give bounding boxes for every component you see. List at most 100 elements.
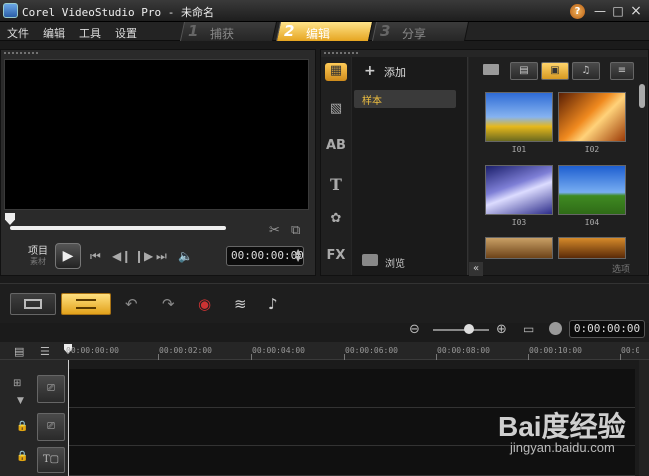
step-number-capture: 1 <box>188 22 199 40</box>
undo-icon[interactable]: ↶ <box>125 295 138 313</box>
ripple-edit-icon[interactable]: ⊞ <box>13 378 21 389</box>
title-track-button[interactable]: T▢ <box>37 447 65 473</box>
thumbnail-label: I02 <box>584 145 600 154</box>
thumbnail-i04[interactable] <box>558 165 626 215</box>
title-icon[interactable]: AB <box>325 138 347 156</box>
text-icon[interactable]: T <box>325 175 347 194</box>
view-list-button[interactable]: ≡ <box>610 62 634 80</box>
expand-arrow-icon[interactable]: ▼ <box>17 396 24 406</box>
track-manager-icon[interactable]: ▤ <box>14 345 24 358</box>
thumbnail-i01[interactable] <box>485 92 553 142</box>
step-label-share: 分享 <box>402 27 427 41</box>
image-filter-button[interactable]: ▣ <box>541 62 569 80</box>
step-label-edit: 编辑 <box>306 27 331 41</box>
auto-music-icon[interactable]: ♪ <box>268 295 278 313</box>
menu-settings[interactable]: 设置 <box>115 25 137 41</box>
video-track-button[interactable]: ⎚ <box>37 375 65 403</box>
audio-filter-button[interactable]: ♫ <box>572 62 600 80</box>
record-capture-icon[interactable]: ◉ <box>198 295 211 313</box>
thumbnail-i03[interactable] <box>485 165 553 215</box>
graphic-icon[interactable]: ✿ <box>325 211 347 229</box>
thumbnail-i05[interactable] <box>485 237 553 259</box>
transition-icon[interactable]: ▧ <box>325 101 347 119</box>
scrub-bar[interactable] <box>10 226 226 230</box>
zoom-in-icon[interactable]: ⊕ <box>496 322 507 337</box>
zoom-slider-knob[interactable] <box>464 324 474 334</box>
home-icon[interactable]: ⏮ <box>90 249 101 264</box>
fit-project-icon[interactable]: ▭ <box>523 322 534 336</box>
timecode-display[interactable]: 00:00:00:00 <box>226 246 304 266</box>
menu-file[interactable]: 文件 <box>7 25 29 41</box>
timeline-view-button[interactable] <box>61 293 111 315</box>
ruler-tick <box>158 354 159 360</box>
watermark-logo: Bai度经验 <box>498 411 626 442</box>
step-label-capture: 捕获 <box>210 27 235 41</box>
thumbnail-i06[interactable] <box>558 237 626 259</box>
lock-icon[interactable]: 🔒 <box>16 451 28 462</box>
library-grip[interactable] <box>323 51 359 55</box>
enlarge-icon[interactable]: ⧉ <box>291 223 300 238</box>
close-button[interactable]: × <box>628 3 644 19</box>
overlay-track-button[interactable]: ⎚ <box>37 413 65 441</box>
watermark-url: jingyan.baidu.com <box>510 440 615 455</box>
timeline-scrollbar[interactable] <box>639 360 649 476</box>
lock-icon[interactable]: 🔒 <box>16 421 28 432</box>
menu-edit[interactable]: 编辑 <box>43 25 65 41</box>
previous-frame-icon[interactable]: ◀❙ <box>112 249 131 263</box>
project-duration: 0:00:00:00 <box>569 320 645 338</box>
ruler-tick <box>344 354 345 360</box>
video-filter-button[interactable]: ▤ <box>510 62 538 80</box>
ruler-label: 00:00:04:00 <box>252 346 305 355</box>
step-number-edit: 2 <box>284 22 295 40</box>
storyboard-view-button[interactable] <box>10 293 56 315</box>
ruler-label: 00:00:00:00 <box>66 346 119 355</box>
maximize-button[interactable]: □ <box>610 3 626 19</box>
thumbnail-label: I01 <box>511 145 527 154</box>
chapter-icon[interactable]: ☰ <box>40 345 50 358</box>
ruler-label: 00:00:08:00 <box>437 346 490 355</box>
clip-mode-label[interactable]: 素材 <box>30 256 46 267</box>
thumbnail-label: I04 <box>584 218 600 227</box>
ruler-tick <box>528 354 529 360</box>
clock-icon <box>549 322 562 335</box>
folder-icon[interactable] <box>483 64 499 75</box>
audio-mix-icon[interactable]: ≋ <box>234 295 247 313</box>
help-button[interactable]: ? <box>570 4 585 19</box>
ruler-tick <box>251 354 252 360</box>
menu-tools[interactable]: 工具 <box>79 25 101 41</box>
ruler-label: 00:00:10:00 <box>529 346 582 355</box>
scissors-icon[interactable]: ✂ <box>269 223 280 238</box>
playhead-line <box>68 360 69 476</box>
panel-grip[interactable] <box>3 51 39 55</box>
thumbnail-label: I03 <box>511 218 527 227</box>
end-icon[interactable]: ⏭ <box>156 249 167 264</box>
volume-icon[interactable]: 🔈 <box>178 249 193 263</box>
project-mode-label[interactable]: 项目 <box>28 242 48 257</box>
zoom-slider[interactable] <box>433 329 489 331</box>
redo-icon[interactable]: ↷ <box>162 295 175 313</box>
timecode-stepper[interactable]: ▲ ▼ <box>295 248 301 263</box>
add-icon[interactable]: + <box>364 63 376 79</box>
filter-icon[interactable]: FX <box>325 248 347 266</box>
options-button[interactable]: 选项 <box>612 262 630 275</box>
add-folder-button[interactable]: 添加 <box>384 64 406 80</box>
zoom-out-icon[interactable]: ⊖ <box>409 322 420 337</box>
ruler-label: 00:00:02:00 <box>159 346 212 355</box>
next-frame-icon[interactable]: ❙▶ <box>134 249 153 263</box>
minimize-button[interactable]: — <box>592 3 608 19</box>
thumbnail-i02[interactable] <box>558 92 626 142</box>
library-scrollbar[interactable] <box>639 84 645 108</box>
video-track[interactable] <box>68 369 635 408</box>
collapse-library-button[interactable]: « <box>469 262 483 276</box>
play-button[interactable]: ▶ <box>55 243 81 269</box>
app-icon <box>3 3 18 18</box>
ruler-label: 00:00:12:00 <box>621 346 639 355</box>
ruler-label: 00:00:06:00 <box>345 346 398 355</box>
browse-button[interactable]: 浏览 <box>385 255 405 270</box>
preview-window <box>4 59 309 210</box>
ruler-tick <box>620 354 621 360</box>
ruler-tick <box>436 354 437 360</box>
browse-icon[interactable] <box>362 254 378 266</box>
step-number-share: 3 <box>380 22 391 40</box>
media-icon[interactable]: ▦ <box>325 63 347 81</box>
